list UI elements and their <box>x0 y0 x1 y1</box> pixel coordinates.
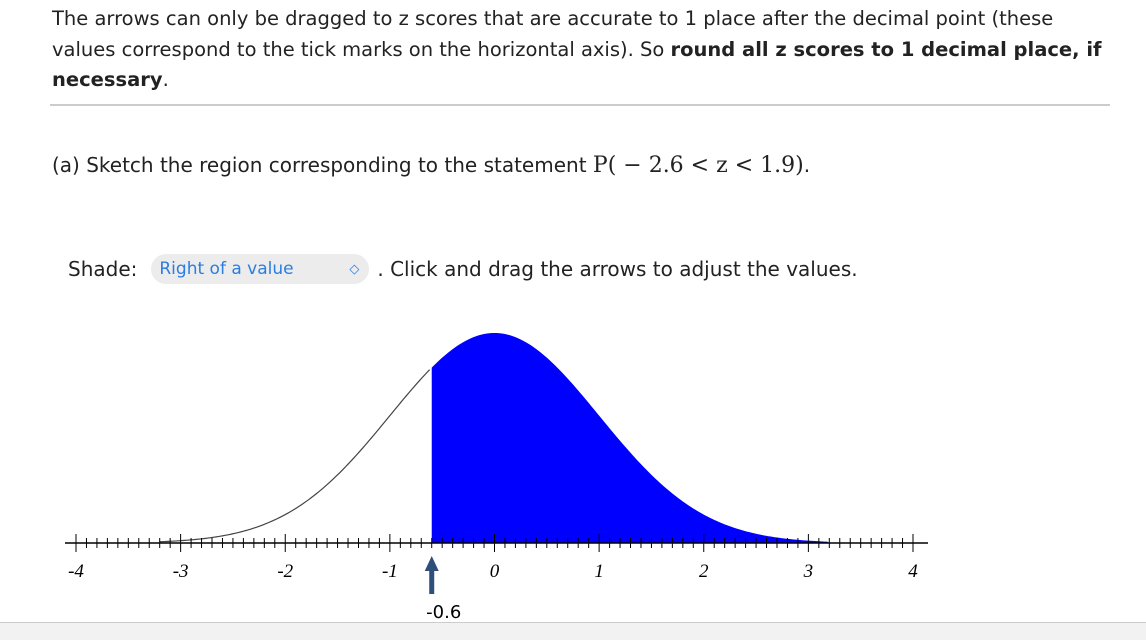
tick-label: 3 <box>803 561 814 582</box>
divider <box>50 104 1110 106</box>
drag-arrow-handle[interactable] <box>424 556 439 594</box>
tick-label: -4 <box>68 561 84 582</box>
question-text: (a) Sketch the region corresponding to t… <box>52 153 811 178</box>
tick-label: -2 <box>277 561 293 582</box>
density-curve <box>159 369 431 543</box>
tick-label: -3 <box>173 561 189 582</box>
arrow-value-label: -0.6 <box>426 602 461 622</box>
shade-row: Shade: Right of a value ◇ . Click and dra… <box>68 254 858 284</box>
footer-bar <box>0 622 1146 640</box>
tick-label: 2 <box>699 561 709 582</box>
shade-instruction: . Click and drag the arrows to adjust th… <box>377 257 858 281</box>
shade-select[interactable]: Right of a value ◇ <box>151 254 370 284</box>
shade-select-value: Right of a value <box>159 259 294 279</box>
shaded-region <box>431 333 830 543</box>
normal-curve-chart: -4 -3 -2 -1 0 1 2 3 4 -0.6 <box>65 333 928 622</box>
chevron-updown-icon: ◇ <box>349 261 360 277</box>
shade-label: Shade: <box>68 257 138 281</box>
tick-label: 4 <box>908 561 918 582</box>
tick-label: 0 <box>490 561 500 582</box>
tick-label: -1 <box>382 561 398 582</box>
tick-label: 1 <box>594 561 604 582</box>
instructions: The arrows can only be dragged to z scor… <box>52 7 1102 91</box>
